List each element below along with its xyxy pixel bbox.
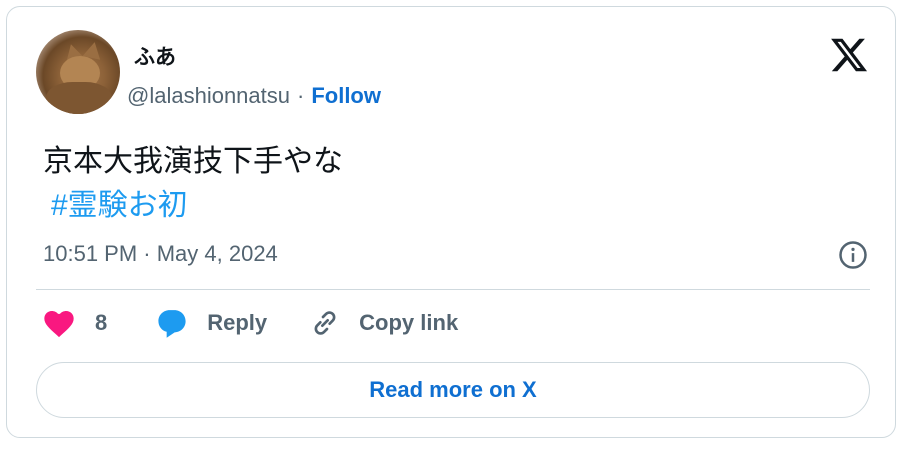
tweet-text: 京本大我演技下手やな #霊験お初 [43, 140, 343, 228]
heart-icon [44, 311, 74, 338]
reply-button[interactable]: Reply [155, 307, 267, 339]
avatar[interactable] [36, 30, 120, 114]
tweet-embed-card: ふあ @lalashionnatsu · Follow 京本大我演技下手やな #… [6, 6, 896, 438]
like-count: 8 [95, 310, 108, 335]
author-display-name[interactable]: ふあ [134, 41, 176, 71]
link-icon [314, 311, 336, 335]
read-more-button[interactable]: Read more on X [36, 362, 870, 418]
reply-bubble-icon [158, 310, 186, 338]
author-handle-row: @lalashionnatsu · Follow [127, 83, 381, 109]
tweet-actions: 8 Reply Copy link [43, 307, 458, 339]
x-logo-icon[interactable] [829, 35, 869, 75]
follow-button[interactable]: Follow [311, 83, 381, 109]
hashtag-link[interactable]: #霊験お初 [43, 184, 343, 228]
like-button[interactable]: 8 [43, 308, 107, 338]
divider [36, 289, 870, 290]
info-icon[interactable] [838, 240, 868, 270]
tweet-timestamp[interactable]: 10:51 PM · May 4, 2024 [43, 241, 278, 267]
tweet-body: 京本大我演技下手やな [43, 145, 343, 178]
copy-link-label: Copy link [359, 310, 459, 335]
author-handle[interactable]: @lalashionnatsu [127, 83, 290, 109]
copy-link-button[interactable]: Copy link [309, 307, 458, 339]
reply-label: Reply [207, 310, 268, 335]
separator-dot: · [297, 83, 305, 108]
read-more-label: Read more on X [369, 377, 537, 402]
